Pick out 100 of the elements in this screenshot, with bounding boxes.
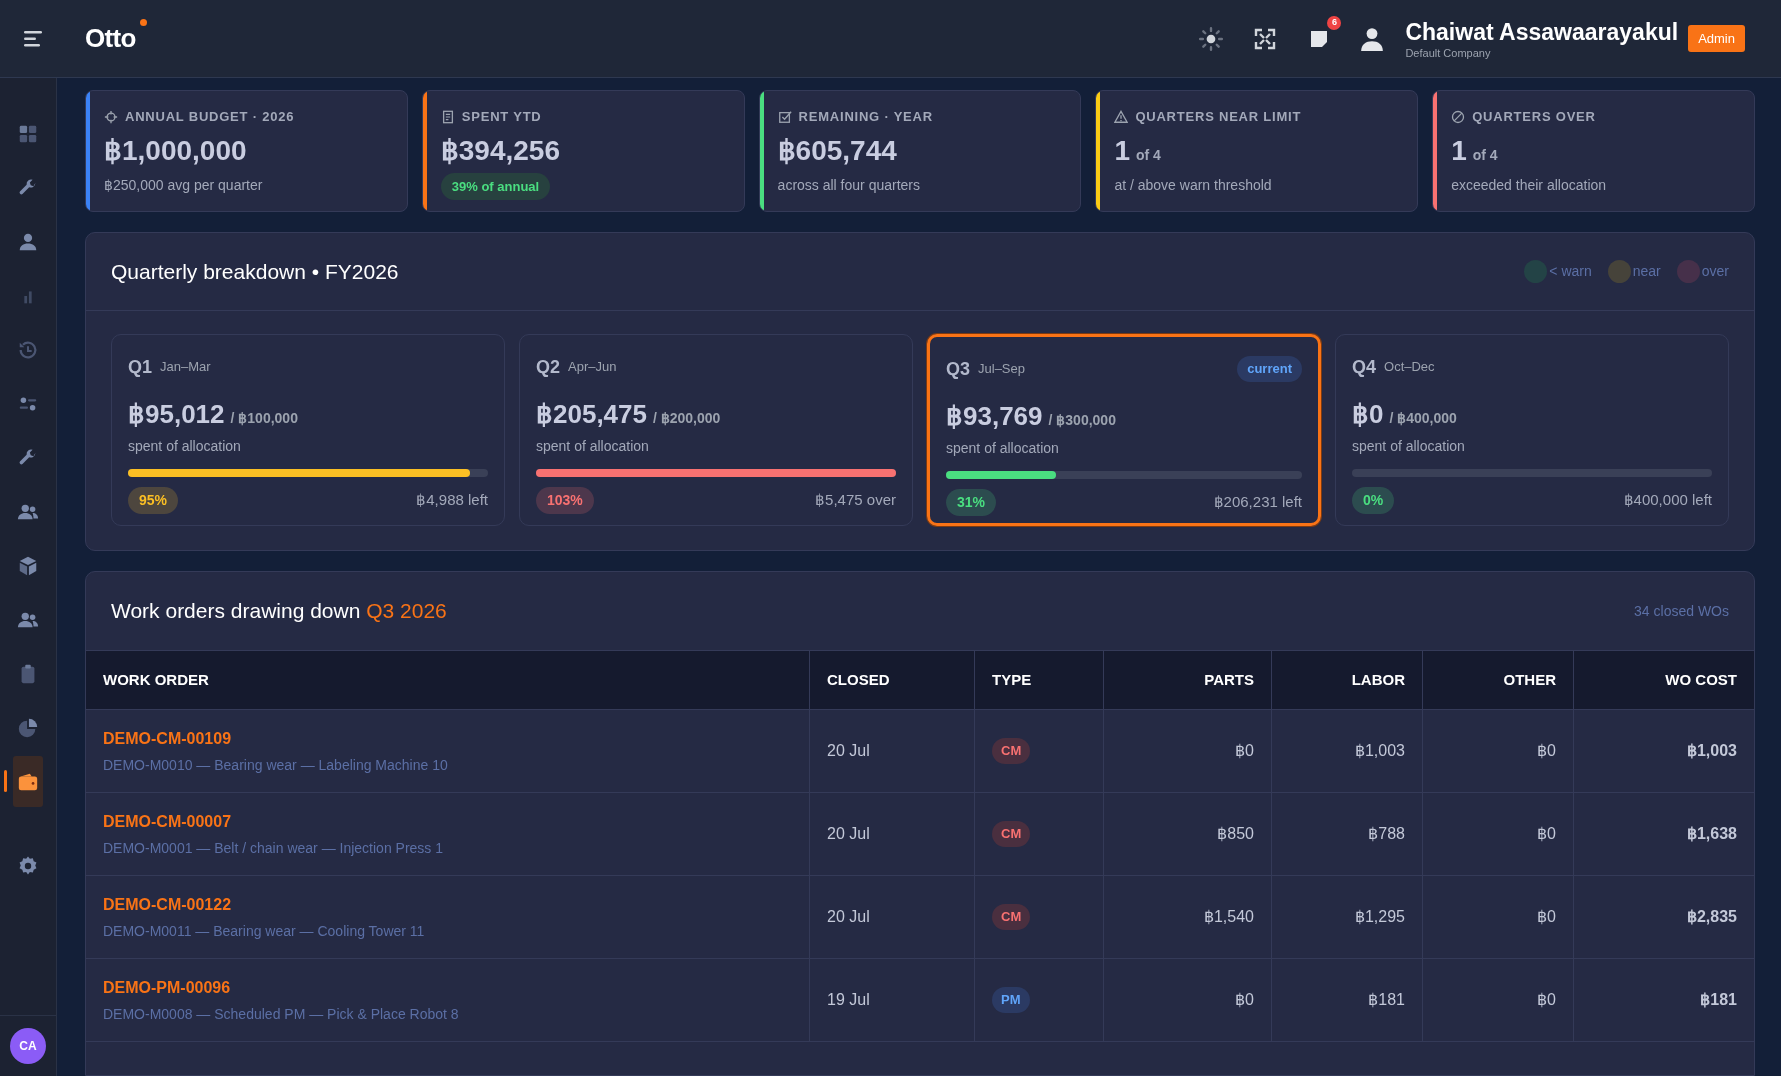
legend-label: near bbox=[1632, 262, 1661, 281]
spent-amount: ฿205,475 bbox=[536, 398, 647, 431]
kpi-value: ฿394,256 bbox=[440, 133, 560, 168]
type-badge: CM bbox=[992, 904, 1031, 930]
table-cell: ฿0 bbox=[1103, 710, 1271, 792]
work-order-link[interactable]: DEMO-PM-00096 bbox=[103, 975, 231, 1000]
work-order-description: DEMO-M0011 — Bearing wear — Cooling Tower 11 bbox=[103, 921, 426, 941]
table-cell: ฿1,295 bbox=[1271, 876, 1422, 958]
table-cell: ฿1,540 bbox=[1103, 876, 1271, 958]
receipt-icon bbox=[440, 109, 455, 124]
quarter-card[interactable]: Q3 Jul–Sep current ฿93,769 / ฿300,000 spent of allocation 31% ฿206,231 left bbox=[927, 334, 1321, 526]
sun-icon bbox=[1198, 25, 1225, 52]
kpi-note: at / above warn threshold bbox=[1114, 175, 1273, 195]
remaining-amount: ฿400,000 left bbox=[1623, 490, 1712, 511]
user-name: Chaiwat Assawaarayakul bbox=[1405, 17, 1679, 46]
spent-amount: ฿93,769 bbox=[946, 400, 1043, 433]
spent-amount: ฿0 bbox=[1352, 398, 1384, 431]
quarter-months: Jul–Sep bbox=[978, 360, 1026, 379]
column-header: WO COST bbox=[1573, 651, 1754, 709]
quarter-card[interactable]: Q2 Apr–Jun ฿205,475 / ฿200,000 spent of allocation 103% ฿5,475 over bbox=[519, 334, 913, 526]
table-cell: ฿1,003 bbox=[1271, 710, 1422, 792]
caption: spent of allocation bbox=[1352, 437, 1466, 456]
quarter-months: Jan–Mar bbox=[160, 358, 212, 377]
quarter-months: Apr–Jun bbox=[568, 358, 618, 377]
quarter-card[interactable]: Q1 Jan–Mar ฿95,012 / ฿100,000 spent of allocation 95% ฿4,988 left bbox=[111, 334, 505, 526]
menu-icon bbox=[23, 29, 45, 48]
table-cell: ฿0 bbox=[1103, 959, 1271, 1041]
column-header: TYPE bbox=[974, 651, 1103, 709]
panel-title: Work orders drawing down Q3 2026 bbox=[111, 598, 448, 625]
column-header: OTHER bbox=[1422, 651, 1573, 709]
table-cell: ฿850 bbox=[1103, 793, 1271, 875]
caption: spent of allocation bbox=[536, 437, 650, 456]
column-header: LABOR bbox=[1271, 651, 1422, 709]
remaining-amount: ฿5,475 over bbox=[815, 490, 896, 511]
notification-badge: 6 bbox=[1327, 15, 1342, 30]
prohibited-icon bbox=[1451, 109, 1466, 124]
kpi-label: QUARTERS OVER bbox=[1472, 108, 1596, 126]
table-cell: 20 Jul bbox=[809, 793, 974, 875]
caption: spent of allocation bbox=[946, 439, 1060, 458]
table-cell: ฿2,835 bbox=[1573, 876, 1754, 958]
checkbox-icon bbox=[777, 109, 792, 124]
kpi-note: across all four quarters bbox=[777, 175, 921, 195]
kpi-suffix: of 4 bbox=[1472, 145, 1498, 165]
remaining-amount: ฿206,231 left bbox=[1213, 492, 1302, 513]
sidebar-item[interactable] bbox=[13, 756, 43, 807]
cube-icon bbox=[17, 554, 39, 577]
percent-pill: 0% bbox=[1352, 487, 1395, 514]
kpi-value: 1 bbox=[1451, 133, 1467, 168]
quarter-name: Q3 bbox=[946, 357, 970, 381]
percent-pill: 103% bbox=[536, 487, 594, 514]
user-avatar[interactable]: CA bbox=[10, 1028, 46, 1064]
work-order-link[interactable]: DEMO-CM-00007 bbox=[103, 809, 232, 834]
kpi-value: 1 bbox=[1114, 133, 1130, 168]
legend-label: over bbox=[1701, 262, 1729, 281]
kpi-label: REMAINING · YEAR bbox=[798, 108, 933, 126]
legend-label: < warn bbox=[1549, 262, 1592, 281]
quarter-name: Q4 bbox=[1352, 355, 1376, 379]
kpi-note: ฿250,000 avg per quarter bbox=[104, 175, 264, 195]
table-cell: ฿1,003 bbox=[1573, 710, 1754, 792]
percent-pill: 95% bbox=[128, 487, 179, 514]
closed-count: 34 closed WOs bbox=[1634, 601, 1729, 621]
percent-pill: 31% bbox=[946, 489, 997, 516]
pie-chart-icon bbox=[17, 716, 39, 739]
table-cell: ฿0 bbox=[1422, 876, 1573, 958]
work-order-link[interactable]: DEMO-CM-00109 bbox=[103, 726, 232, 751]
caption: spent of allocation bbox=[128, 437, 242, 456]
quarter-card[interactable]: Q4 Oct–Dec ฿0 / ฿400,000 spent of allocation 0% ฿400,000 left bbox=[1335, 334, 1729, 526]
column-header: CLOSED bbox=[809, 651, 974, 709]
work-order-description: DEMO-M0008 — Scheduled PM — Pick & Place Robot 8 bbox=[103, 1004, 460, 1024]
fullscreen-icon bbox=[1254, 27, 1277, 50]
company-name: Default Company bbox=[1405, 45, 1492, 60]
table-cell: ฿1,638 bbox=[1573, 793, 1754, 875]
table-cell: 19 Jul bbox=[809, 959, 974, 1041]
kpi-label: SPENT YTD bbox=[461, 108, 542, 126]
logo: Otto bbox=[85, 23, 136, 53]
warning-icon bbox=[1114, 109, 1129, 124]
allocation-amount: / ฿300,000 bbox=[1048, 411, 1116, 430]
kpi-suffix: of 4 bbox=[1135, 145, 1161, 165]
allocation-amount: / ฿100,000 bbox=[230, 409, 298, 428]
table-cell: 20 Jul bbox=[809, 876, 974, 958]
type-badge: CM bbox=[992, 821, 1031, 847]
theme-toggle-button[interactable] bbox=[1197, 24, 1226, 53]
table-cell: ฿181 bbox=[1271, 959, 1422, 1041]
allocation-amount: / ฿400,000 bbox=[1389, 409, 1457, 428]
quarter-name: Q1 bbox=[128, 355, 152, 379]
work-order-description: DEMO-M0010 — Bearing wear — Labeling Machine 10 bbox=[103, 755, 449, 775]
quarter-months: Oct–Dec bbox=[1384, 358, 1436, 377]
column-header: PARTS bbox=[1103, 651, 1271, 709]
table-cell: ฿0 bbox=[1422, 793, 1573, 875]
work-order-description: DEMO-M0001 — Belt / chain wear — Injection Press 1 bbox=[103, 838, 445, 858]
kpi-value: ฿1,000,000 bbox=[104, 133, 247, 168]
settings-icon bbox=[17, 854, 39, 877]
kpi-label: QUARTERS NEAR LIMIT bbox=[1135, 108, 1302, 126]
table-cell: 20 Jul bbox=[809, 710, 974, 792]
table-cell: ฿0 bbox=[1422, 959, 1573, 1041]
work-order-link[interactable]: DEMO-CM-00122 bbox=[103, 892, 232, 917]
allocation-amount: / ฿200,000 bbox=[653, 409, 721, 428]
type-badge: PM bbox=[992, 987, 1030, 1013]
remaining-amount: ฿4,988 left bbox=[416, 490, 488, 511]
kpi-note: exceeded their allocation bbox=[1451, 175, 1608, 195]
